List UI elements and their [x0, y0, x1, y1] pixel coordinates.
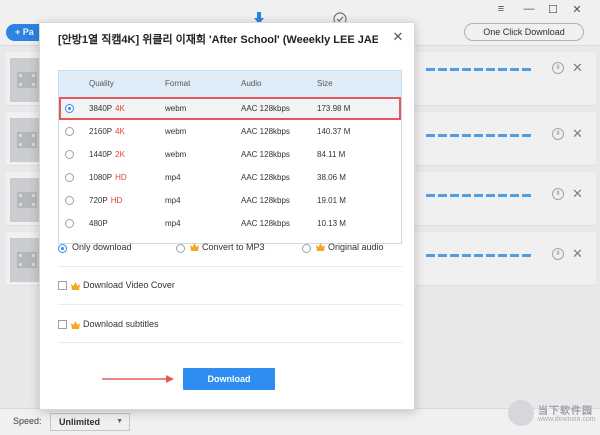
crown-icon	[71, 282, 80, 290]
table-row[interactable]: 1080P HD mp4 AAC 128kbps 38.06 M	[59, 166, 401, 189]
audio-cell: AAC 128kbps	[241, 104, 290, 113]
divider	[58, 266, 402, 267]
quality-cell: 1080P HD	[89, 173, 127, 182]
audio-cell: AAC 128kbps	[241, 219, 290, 228]
only-download-radio[interactable]	[58, 244, 67, 253]
divider	[58, 342, 402, 343]
convert-mp3-radio[interactable]	[176, 244, 185, 253]
format-table-header: Quality Format Audio Size	[59, 71, 401, 97]
format-table: Quality Format Audio Size 3840P 4K webm A…	[58, 70, 402, 244]
format-cell: mp4	[165, 196, 181, 205]
table-row[interactable]: 1440P 2K webm AAC 128kbps 84.11 M	[59, 143, 401, 166]
quality-cell: 720P HD	[89, 196, 123, 205]
quality-radio[interactable]	[65, 219, 74, 228]
quality-badge: HD	[110, 196, 123, 205]
convert-mp3-label: Convert to MP3	[202, 242, 265, 252]
size-cell: 173.98 M	[317, 104, 351, 113]
audio-cell: AAC 128kbps	[241, 196, 290, 205]
format-cell: mp4	[165, 173, 181, 182]
quality-cell: 480P	[89, 219, 108, 228]
quality-radio[interactable]	[65, 104, 74, 113]
size-cell: 38.06 M	[317, 173, 346, 182]
dialog-title: [안방1열 직캠4K] 위클리 이재희 'After School' (Weee…	[58, 34, 378, 46]
quality-badge: 4K	[115, 127, 125, 136]
audio-cell: AAC 128kbps	[241, 150, 290, 159]
column-header-format: Format	[165, 79, 191, 88]
download-options-dialog: [안방1열 직캠4K] 위클리 이재희 'After School' (Weee…	[39, 22, 415, 410]
quality-radio[interactable]	[65, 196, 74, 205]
quality-badge: 4K	[115, 104, 125, 113]
original-audio-radio[interactable]	[302, 244, 311, 253]
format-cell: webm	[165, 127, 187, 136]
crown-icon	[190, 243, 199, 251]
audio-cell: AAC 128kbps	[241, 127, 290, 136]
size-cell: 140.37 M	[317, 127, 351, 136]
quality-cell: 3840P 4K	[89, 104, 125, 113]
format-cell: webm	[165, 104, 187, 113]
table-row[interactable]: 3840P 4K webm AAC 128kbps 173.98 M	[59, 97, 401, 120]
quality-radio[interactable]	[65, 127, 74, 136]
size-cell: 84.11 M	[317, 150, 346, 159]
format-cell: mp4	[165, 219, 181, 228]
crown-icon	[71, 321, 80, 329]
download-cover-label: Download Video Cover	[83, 280, 175, 290]
audio-cell: AAC 128kbps	[241, 173, 290, 182]
quality-radio[interactable]	[65, 173, 74, 182]
option-only-download[interactable]: Only download	[58, 242, 132, 256]
quality-cell: 1440P 2K	[89, 150, 125, 159]
option-convert-mp3[interactable]: Convert to MP3	[176, 242, 265, 256]
table-row[interactable]: 480P mp4 AAC 128kbps 10.13 M	[59, 212, 401, 235]
crown-icon	[316, 243, 325, 251]
close-icon[interactable]: ✕	[391, 29, 405, 45]
download-cover-checkbox[interactable]	[58, 281, 67, 290]
original-audio-label: Original audio	[328, 242, 384, 252]
option-original-audio[interactable]: Original audio	[302, 242, 384, 256]
column-header-quality: Quality	[89, 79, 114, 88]
pointer-arrow-icon	[102, 375, 174, 383]
format-cell: webm	[165, 150, 187, 159]
quality-radio[interactable]	[65, 150, 74, 159]
column-header-size: Size	[317, 79, 333, 88]
download-button[interactable]: Download	[183, 368, 275, 390]
download-subtitles-checkbox[interactable]	[58, 320, 67, 329]
size-cell: 19.01 M	[317, 196, 346, 205]
only-download-label: Only download	[72, 242, 132, 252]
download-subtitles-label: Download subtitles	[83, 319, 159, 329]
quality-badge: 2K	[115, 150, 125, 159]
size-cell: 10.13 M	[317, 219, 346, 228]
divider	[58, 304, 402, 305]
table-row[interactable]: 720P HD mp4 AAC 128kbps 19.01 M	[59, 189, 401, 212]
quality-badge: HD	[115, 173, 127, 182]
column-header-audio: Audio	[241, 79, 262, 88]
quality-cell: 2160P 4K	[89, 127, 125, 136]
table-row[interactable]: 2160P 4K webm AAC 128kbps 140.37 M	[59, 120, 401, 143]
